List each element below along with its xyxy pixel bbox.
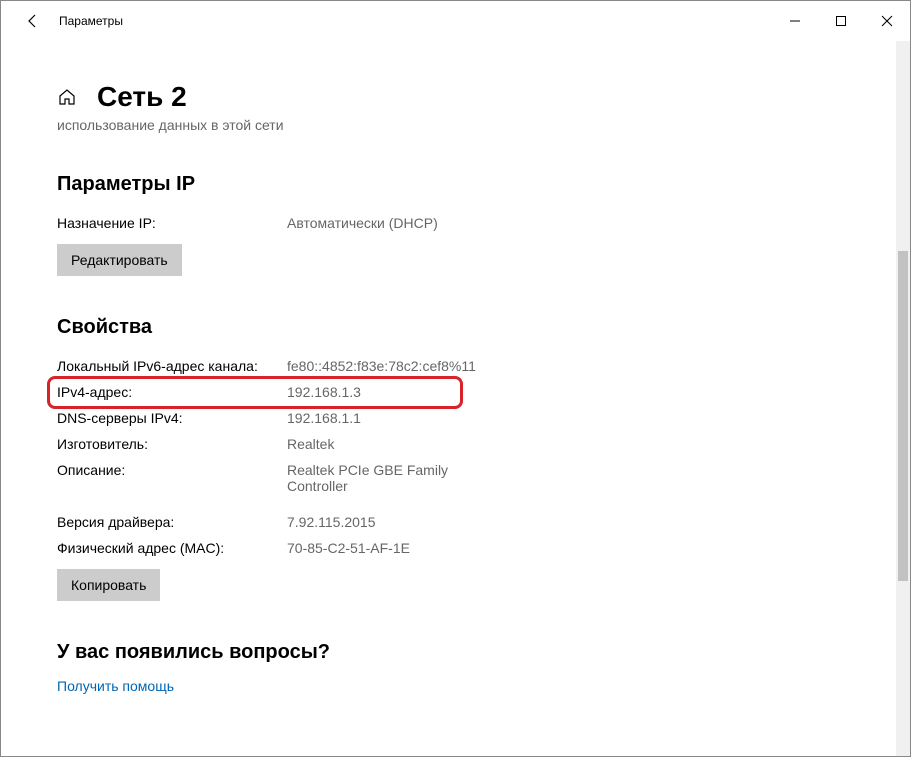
scroll-thumb[interactable] — [898, 251, 908, 581]
property-row: Изготовитель: Realtek — [57, 431, 477, 457]
page-header: Сеть 2 — [57, 81, 854, 113]
ip-params-table: Назначение IP: Автоматически (DHCP) — [57, 210, 477, 236]
property-value: fe80::4852:f83e:78c2:cef8%11 — [287, 358, 477, 374]
property-value: 192.168.1.1 — [287, 410, 477, 426]
property-label: IPv4-адрес: — [57, 384, 287, 400]
property-value: 70-85-C2-51-AF-1E — [287, 540, 477, 556]
ip-assignment-row: Назначение IP: Автоматически (DHCP) — [57, 210, 477, 236]
close-button[interactable] — [864, 1, 910, 41]
help-heading: У вас появились вопросы? — [57, 641, 854, 664]
properties-heading: Свойства — [57, 316, 854, 339]
titlebar: Параметры — [1, 1, 910, 41]
copy-button[interactable]: Копировать — [57, 569, 160, 601]
property-row: Локальный IPv6-адрес канала: fe80::4852:… — [57, 353, 477, 379]
property-row: Описание: Realtek PCIe GBE Family Contro… — [57, 457, 477, 499]
property-label: Изготовитель: — [57, 436, 287, 452]
get-help-link[interactable]: Получить помощь — [57, 678, 854, 694]
property-label: Описание: — [57, 462, 287, 494]
window-title: Параметры — [59, 14, 123, 28]
page-subcaption: использование данных в этой сети — [57, 117, 854, 133]
properties-table: Локальный IPv6-адрес канала: fe80::4852:… — [57, 353, 477, 561]
property-row-ipv4: IPv4-адрес: 192.168.1.3 — [57, 379, 477, 405]
back-button[interactable] — [11, 1, 55, 41]
home-icon[interactable] — [57, 87, 77, 107]
window-controls — [772, 1, 910, 41]
property-value: 192.168.1.3 — [287, 384, 477, 400]
property-value: Realtek — [287, 436, 477, 452]
property-row: Физический адрес (MAC): 70-85-C2-51-AF-1… — [57, 535, 477, 561]
edit-button[interactable]: Редактировать — [57, 244, 182, 276]
property-value: 7.92.115.2015 — [287, 514, 477, 530]
property-label: Версия драйвера: — [57, 514, 287, 530]
page-title: Сеть 2 — [97, 81, 187, 113]
property-value: Realtek PCIe GBE Family Controller — [287, 462, 477, 494]
ip-assignment-label: Назначение IP: — [57, 215, 287, 231]
content-area: Сеть 2 использование данных в этой сети … — [1, 41, 910, 756]
property-label: Локальный IPv6-адрес канала: — [57, 358, 287, 374]
property-label: DNS-серверы IPv4: — [57, 410, 287, 426]
maximize-button[interactable] — [818, 1, 864, 41]
property-row: DNS-серверы IPv4: 192.168.1.1 — [57, 405, 477, 431]
vertical-scrollbar[interactable] — [896, 41, 910, 756]
ip-params-heading: Параметры IP — [57, 173, 854, 196]
property-label: Физический адрес (MAC): — [57, 540, 287, 556]
property-row: Версия драйвера: 7.92.115.2015 — [57, 509, 477, 535]
minimize-button[interactable] — [772, 1, 818, 41]
ip-assignment-value: Автоматически (DHCP) — [287, 215, 477, 231]
